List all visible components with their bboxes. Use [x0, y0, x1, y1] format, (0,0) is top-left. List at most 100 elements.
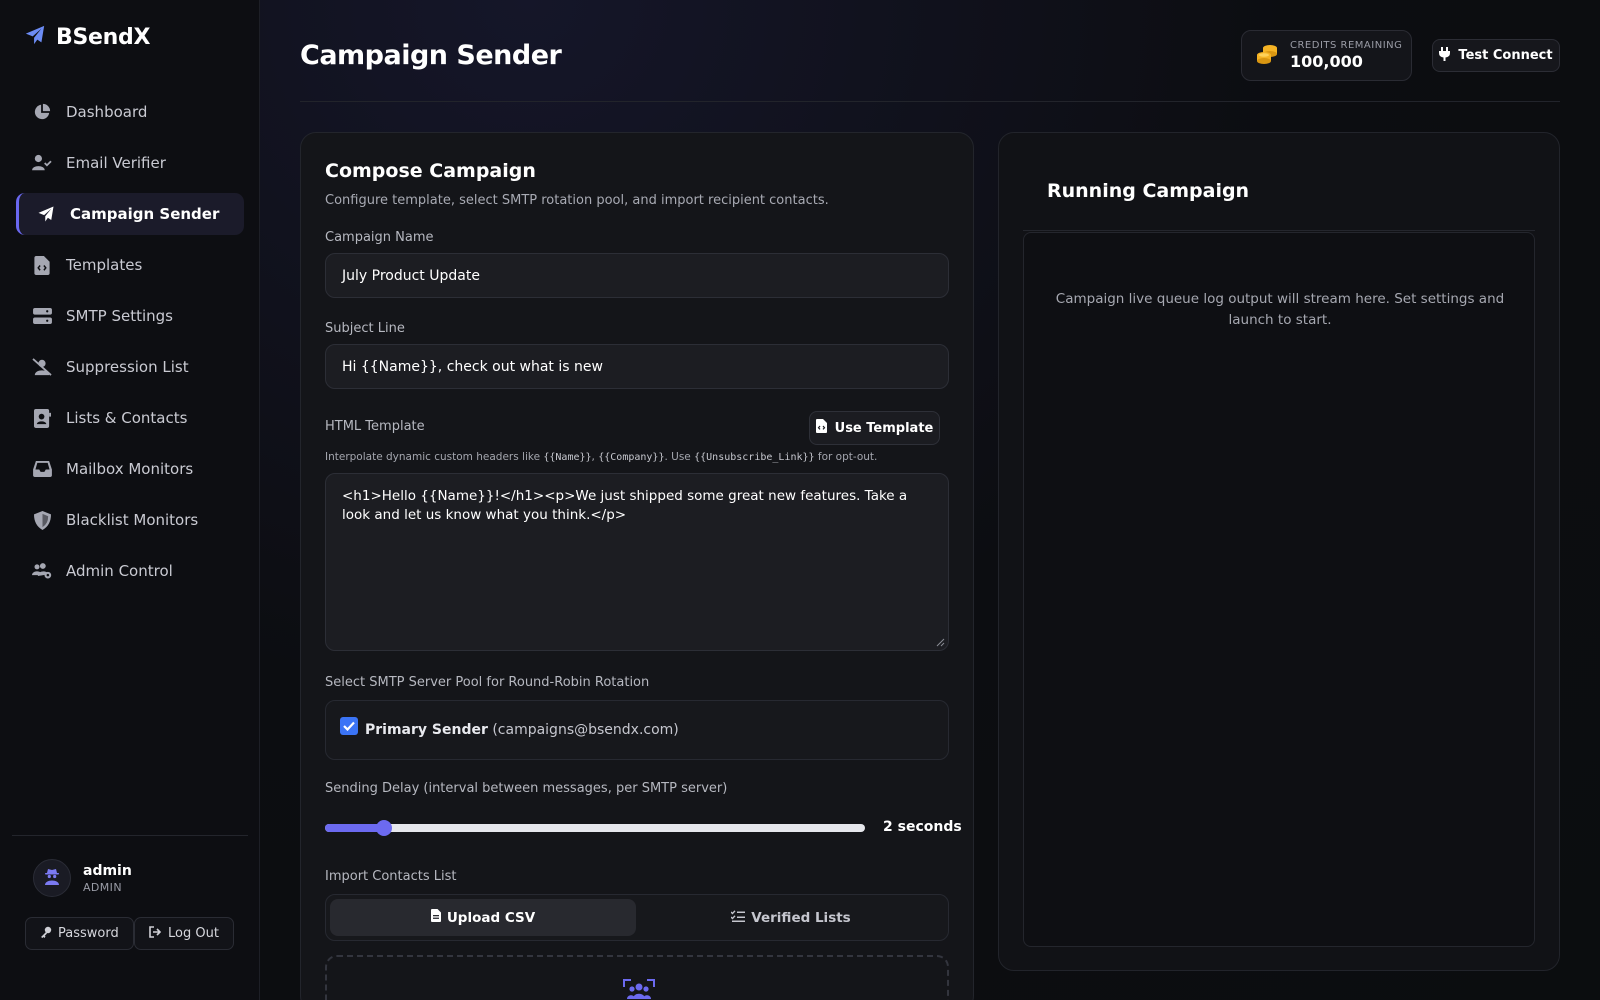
user-profile: admin ADMIN	[33, 859, 132, 897]
logout-button[interactable]: Log Out	[134, 917, 234, 950]
tab-upload-csv-label: Upload CSV	[446, 909, 536, 926]
password-button[interactable]: Password	[25, 917, 134, 950]
smtp-server-email: (campaigns@bsendx.com)	[492, 722, 679, 738]
sidebar-item-smtp-settings[interactable]: SMTP Settings	[16, 295, 244, 337]
log-placeholder: Campaign live queue log output will stre…	[1055, 291, 1505, 328]
import-contacts-label: Import Contacts List	[325, 869, 457, 884]
sign-out-icon	[149, 925, 162, 942]
check-icon	[343, 721, 355, 731]
sidebar-item-mailbox-monitors[interactable]: Mailbox Monitors	[16, 448, 244, 490]
tab-upload-csv[interactable]: Upload CSV	[330, 899, 636, 936]
sending-delay-value: 2 seconds	[883, 819, 962, 835]
main-content: Campaign Sender CREDITS REMAINING 100,00…	[260, 0, 1600, 1000]
sidebar-item-label: Dashboard	[66, 103, 148, 121]
compose-description: Configure template, select SMTP rotation…	[325, 193, 829, 208]
sidebar-item-campaign-sender[interactable]: Campaign Sender	[16, 193, 244, 235]
chart-pie-icon	[32, 102, 52, 122]
sidebar-item-email-verifier[interactable]: Email Verifier	[16, 142, 244, 184]
coins-icon	[1256, 43, 1278, 69]
use-template-label: Use Template	[834, 420, 934, 436]
plug-icon	[1439, 46, 1451, 65]
avatar	[33, 859, 71, 897]
user-check-icon	[32, 153, 52, 173]
hint-name-tag: {{Name}}	[543, 452, 592, 463]
resize-handle-icon[interactable]	[936, 638, 945, 647]
brand-name: BSendX	[56, 24, 151, 50]
sidebar-item-label: Mailbox Monitors	[66, 460, 194, 478]
file-csv-icon	[430, 909, 441, 926]
running-campaign-panel: Running Campaign Campaign live queue log…	[998, 132, 1560, 971]
hint-prefix: Interpolate dynamic custom headers like	[325, 451, 544, 463]
user-secret-icon	[44, 868, 60, 889]
hint-unsubscribe-tag: {{Unsubscribe_Link}}	[694, 452, 815, 463]
credits-remaining-card: CREDITS REMAINING 100,000	[1241, 30, 1412, 81]
logout-label: Log Out	[168, 926, 219, 941]
compose-title: Compose Campaign	[325, 160, 536, 182]
user-slash-icon	[32, 357, 52, 377]
file-code-icon	[32, 255, 52, 275]
campaign-name-input[interactable]: July Product Update	[325, 253, 949, 298]
html-template-label: HTML Template	[325, 419, 425, 434]
campaign-log-output[interactable]: Campaign live queue log output will stre…	[1023, 232, 1535, 947]
smtp-server-name: Primary Sender	[365, 722, 488, 738]
sidebar-item-label: Admin Control	[66, 562, 173, 580]
sidebar-item-blacklist-monitors[interactable]: Blacklist Monitors	[16, 499, 244, 541]
password-label: Password	[58, 926, 119, 941]
shield-icon	[32, 510, 52, 530]
paper-plane-logo-icon	[24, 24, 46, 50]
import-contacts-tabs: Upload CSV Verified Lists	[325, 894, 949, 941]
test-connect-button[interactable]: Test Connect	[1432, 39, 1560, 72]
sidebar-item-label: Email Verifier	[66, 154, 166, 172]
credits-label: CREDITS REMAINING	[1290, 40, 1403, 51]
address-book-icon	[32, 408, 52, 428]
hint-middle: . Use	[664, 451, 695, 463]
tab-verified-lists-label: Verified Lists	[751, 909, 851, 926]
tab-verified-lists[interactable]: Verified Lists	[638, 899, 944, 936]
sidebar-item-lists-contacts[interactable]: Lists & Contacts	[16, 397, 244, 439]
compose-campaign-panel: Compose Campaign Configure template, sel…	[300, 132, 974, 1000]
sidebar-item-label: Blacklist Monitors	[66, 511, 199, 529]
subject-line-input[interactable]: Hi {{Name}}, check out what is new	[325, 344, 949, 389]
brand-logo[interactable]: BSendX	[24, 24, 150, 50]
page-title: Campaign Sender	[300, 40, 562, 71]
credits-value: 100,000	[1290, 52, 1363, 71]
user-name: admin	[83, 862, 132, 879]
inbox-icon	[32, 459, 52, 479]
header-divider	[300, 101, 1560, 102]
sidebar-item-admin-control[interactable]: Admin Control	[16, 550, 244, 592]
sidebar-nav: Dashboard Email Verifier Campaign Sender…	[16, 91, 244, 601]
hint-company-tag: {{Company}}	[598, 452, 665, 463]
sidebar: BSendX Dashboard Email Verifier Campaign…	[0, 0, 260, 1000]
sending-delay-slider[interactable]	[325, 820, 865, 836]
subject-line-label: Subject Line	[325, 321, 405, 336]
html-template-textarea[interactable]: <h1>Hello {{Name}}!</h1><p>We just shipp…	[325, 473, 949, 651]
running-campaign-title: Running Campaign	[1047, 180, 1250, 202]
sidebar-item-label: Templates	[66, 256, 143, 274]
users-gear-icon	[32, 561, 52, 581]
sidebar-item-suppression-list[interactable]: Suppression List	[16, 346, 244, 388]
sidebar-item-label: Suppression List	[66, 358, 189, 376]
sidebar-item-label: Campaign Sender	[70, 205, 220, 223]
html-template-value: <h1>Hello {{Name}}!</h1><p>We just shipp…	[342, 488, 908, 523]
key-icon	[40, 926, 52, 942]
sidebar-item-templates[interactable]: Templates	[16, 244, 244, 286]
sidebar-item-dashboard[interactable]: Dashboard	[16, 91, 244, 133]
file-code-icon	[815, 419, 827, 437]
campaign-name-label: Campaign Name	[325, 230, 434, 245]
sidebar-item-label: SMTP Settings	[66, 307, 173, 325]
list-check-icon	[730, 909, 746, 926]
paper-plane-icon	[36, 204, 56, 224]
hint-suffix: for opt-out.	[814, 451, 878, 463]
test-connect-label: Test Connect	[1458, 48, 1553, 63]
template-hint: Interpolate dynamic custom headers like …	[325, 451, 877, 463]
use-template-button[interactable]: Use Template	[809, 411, 940, 445]
sidebar-item-label: Lists & Contacts	[66, 409, 188, 427]
primary-sender-checkbox[interactable]	[340, 717, 358, 735]
slider-thumb[interactable]	[376, 820, 393, 836]
running-divider	[1023, 230, 1535, 231]
primary-sender-option[interactable]: Primary Sender (campaigns@bsendx.com)	[365, 722, 679, 738]
csv-dropzone[interactable]	[325, 955, 949, 1000]
smtp-pool-box: Primary Sender (campaigns@bsendx.com)	[325, 700, 949, 760]
sidebar-divider	[12, 835, 248, 836]
sending-delay-label: Sending Delay (interval between messages…	[325, 781, 728, 796]
